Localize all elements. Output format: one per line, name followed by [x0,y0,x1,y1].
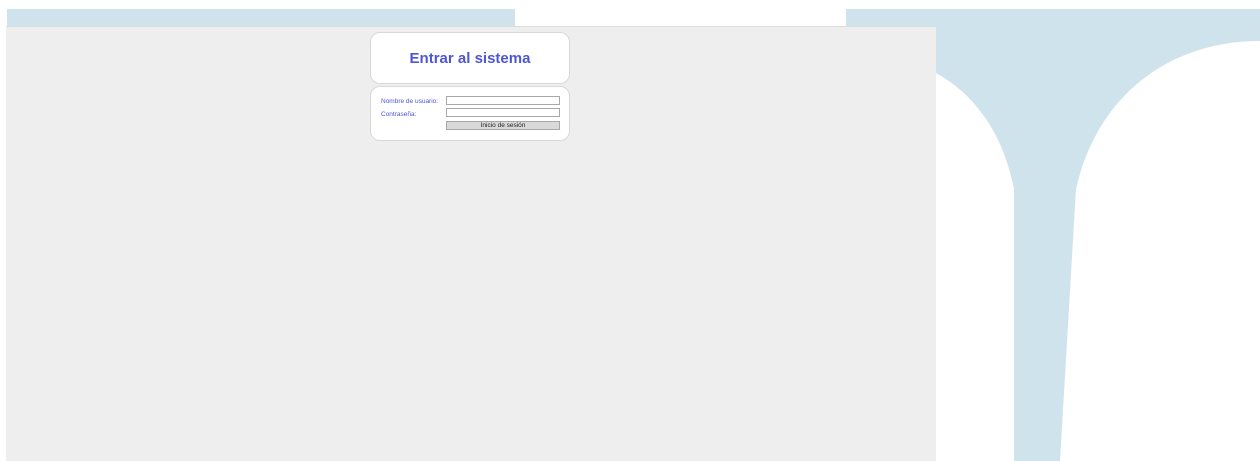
login-header-card: Entrar al sistema [370,32,570,84]
login-title: Entrar al sistema [409,49,531,67]
background-decoration-strip [7,9,515,27]
login-button[interactable]: Inicio de sesión [446,121,560,130]
username-label: Nombre de usuario: [381,97,439,105]
password-input[interactable] [446,108,560,117]
login-form: Nombre de usuario: Contraseña: Inicio de… [370,86,570,141]
main-panel: Entrar al sistema Nombre de usuario: Con… [6,26,936,461]
password-row: Contraseña: [381,109,445,119]
page: Entrar al sistema Nombre de usuario: Con… [0,0,1260,461]
username-input[interactable] [446,96,560,105]
username-row: Nombre de usuario: [381,96,445,106]
password-label: Contraseña: [381,110,417,118]
